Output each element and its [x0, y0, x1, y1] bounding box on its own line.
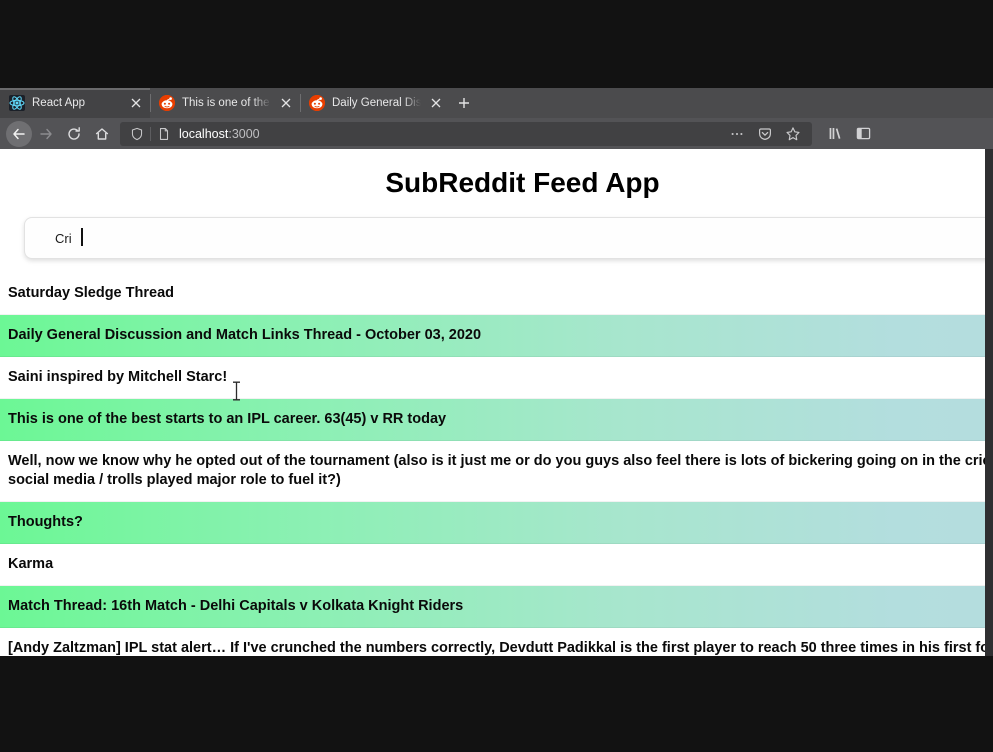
- url-text[interactable]: localhost:3000: [175, 127, 260, 141]
- tab-title: Daily General Discussion: [332, 97, 421, 109]
- list-item[interactable]: Daily General Discussion and Match Links…: [0, 315, 985, 357]
- right-toolbar: [822, 121, 876, 147]
- browser-window: React App This is one of the be: [0, 88, 993, 656]
- url-divider: [150, 126, 151, 141]
- tab-title: This is one of the best sta: [182, 97, 271, 109]
- browser-tab-react-app[interactable]: React App: [0, 88, 150, 118]
- list-item[interactable]: Well, now we know why he opted out of th…: [0, 441, 985, 502]
- list-item[interactable]: This is one of the best starts to an IPL…: [0, 399, 985, 441]
- page-content: SubReddit Feed App Saturday Sledge Threa…: [0, 149, 985, 656]
- list-item[interactable]: Saini inspired by Mitchell Starc!: [0, 357, 985, 399]
- library-icon[interactable]: [822, 121, 848, 147]
- search-wrapper: [24, 217, 985, 259]
- forward-arrow-icon[interactable]: [32, 121, 60, 147]
- url-host: localhost: [179, 126, 229, 141]
- url-bar-actions: [724, 121, 806, 147]
- new-tab-button[interactable]: [450, 88, 478, 118]
- list-item[interactable]: Karma: [0, 544, 985, 586]
- close-icon[interactable]: [278, 95, 294, 111]
- search-input[interactable]: [24, 217, 985, 259]
- url-port: :3000: [228, 126, 260, 141]
- list-item[interactable]: Match Thread: 16th Match - Delhi Capital…: [0, 586, 985, 628]
- close-icon[interactable]: [428, 95, 444, 111]
- reddit-icon: [159, 95, 175, 111]
- tab-strip: React App This is one of the be: [0, 88, 993, 118]
- url-bar[interactable]: localhost:3000: [120, 121, 812, 147]
- feed-list: Saturday Sledge Thread Daily General Dis…: [0, 273, 985, 656]
- list-item[interactable]: [Andy Zaltzman] IPL stat alert… If I've …: [0, 628, 985, 656]
- close-icon[interactable]: [128, 95, 144, 111]
- page-title: SubReddit Feed App: [385, 167, 660, 198]
- list-item[interactable]: Saturday Sledge Thread: [0, 273, 985, 315]
- tab-title: React App: [32, 97, 86, 109]
- sidebar-icon[interactable]: [850, 121, 876, 147]
- pocket-save-icon[interactable]: [752, 121, 778, 147]
- reddit-icon: [309, 95, 325, 111]
- more-actions-icon[interactable]: [724, 121, 750, 147]
- text-caret: [81, 228, 83, 246]
- back-arrow-icon[interactable]: [6, 120, 32, 147]
- search-row: [0, 209, 985, 273]
- page-viewport: SubReddit Feed App Saturday Sledge Threa…: [0, 149, 993, 656]
- bookmark-star-icon[interactable]: [780, 121, 806, 147]
- browser-tab-daily-general-discussion[interactable]: Daily General Discussion: [300, 88, 450, 118]
- navigation-toolbar: localhost:3000: [0, 118, 993, 149]
- list-item[interactable]: Thoughts?: [0, 502, 985, 544]
- browser-tab-best-starts[interactable]: This is one of the best sta: [150, 88, 300, 118]
- react-icon: [9, 95, 25, 111]
- page-document-icon[interactable]: [153, 127, 175, 141]
- reload-icon[interactable]: [60, 121, 88, 147]
- shield-icon[interactable]: [126, 127, 148, 141]
- home-icon[interactable]: [88, 121, 116, 147]
